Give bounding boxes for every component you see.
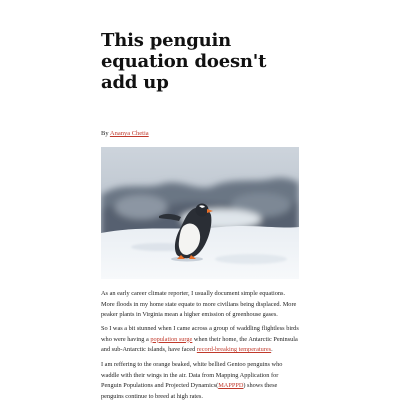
paragraph-text: As an early career climate reporter, I u… bbox=[101, 290, 297, 318]
article-title: This penguin equation doesn't add up bbox=[101, 30, 267, 93]
paragraph-3: I am reffering to the orange beaked, whi… bbox=[101, 360, 299, 400]
byline-prefix: By bbox=[101, 130, 109, 137]
paragraph-1: As an early career climate reporter, I u… bbox=[101, 289, 299, 321]
paragraph-text: . bbox=[271, 346, 273, 353]
penguin-photo bbox=[101, 147, 299, 279]
inline-link[interactable]: MAPPPD bbox=[218, 382, 243, 389]
byline: By Ananya Chetia bbox=[101, 129, 149, 138]
inline-link[interactable]: population surge bbox=[150, 336, 192, 343]
author-link[interactable]: Ananya Chetia bbox=[110, 130, 149, 137]
hero-image bbox=[101, 147, 299, 279]
paragraph-2: So I was a bit stunned when I came acros… bbox=[101, 324, 299, 356]
inline-link[interactable]: record-breaking temperatures bbox=[197, 346, 271, 353]
